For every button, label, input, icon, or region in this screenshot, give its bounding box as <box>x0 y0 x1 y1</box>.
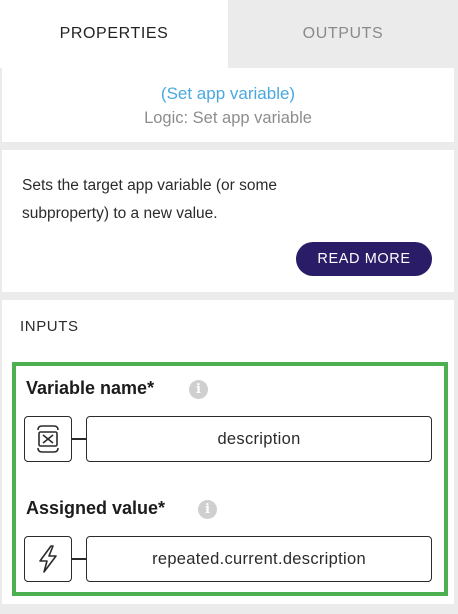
variable-name-value: description <box>217 429 301 448</box>
node-name-link[interactable]: (Set app variable) <box>2 84 454 104</box>
info-icon[interactable]: i <box>198 500 217 519</box>
assigned-value-label: Assigned value* <box>26 498 166 518</box>
read-more-button[interactable]: READ MORE <box>296 242 432 276</box>
inputs-highlight-frame: Variable name* i description Assigned va… <box>12 362 448 596</box>
lightning-icon-glyph <box>39 545 57 573</box>
assigned-value-value: repeated.current.description <box>152 549 366 568</box>
node-header-card: (Set app variable) Logic: Set app variab… <box>2 68 454 142</box>
tab-outputs[interactable]: OUTPUTS <box>228 0 458 68</box>
inputs-title: INPUTS <box>20 318 79 335</box>
tab-properties[interactable]: PROPERTIES <box>0 0 228 68</box>
tab-bar: PROPERTIES OUTPUTS <box>0 0 458 68</box>
node-type-label: Logic: Set app variable <box>144 109 312 127</box>
inputs-section: INPUTS Variable name* i description Assi… <box>2 300 454 604</box>
formula-lightning-icon[interactable] <box>24 536 72 582</box>
description-text: Sets the target app variable (or some su… <box>22 177 278 222</box>
description-card: Sets the target app variable (or some su… <box>2 150 454 292</box>
tab-properties-label: PROPERTIES <box>59 25 169 42</box>
variable-icon[interactable] <box>24 416 72 462</box>
variable-icon-glyph <box>37 425 59 453</box>
variable-name-label: Variable name* <box>26 378 155 398</box>
assigned-value-input[interactable]: repeated.current.description <box>86 536 432 582</box>
info-icon[interactable]: i <box>189 380 208 399</box>
tab-outputs-label: OUTPUTS <box>302 25 384 42</box>
variable-name-input[interactable]: description <box>86 416 432 462</box>
